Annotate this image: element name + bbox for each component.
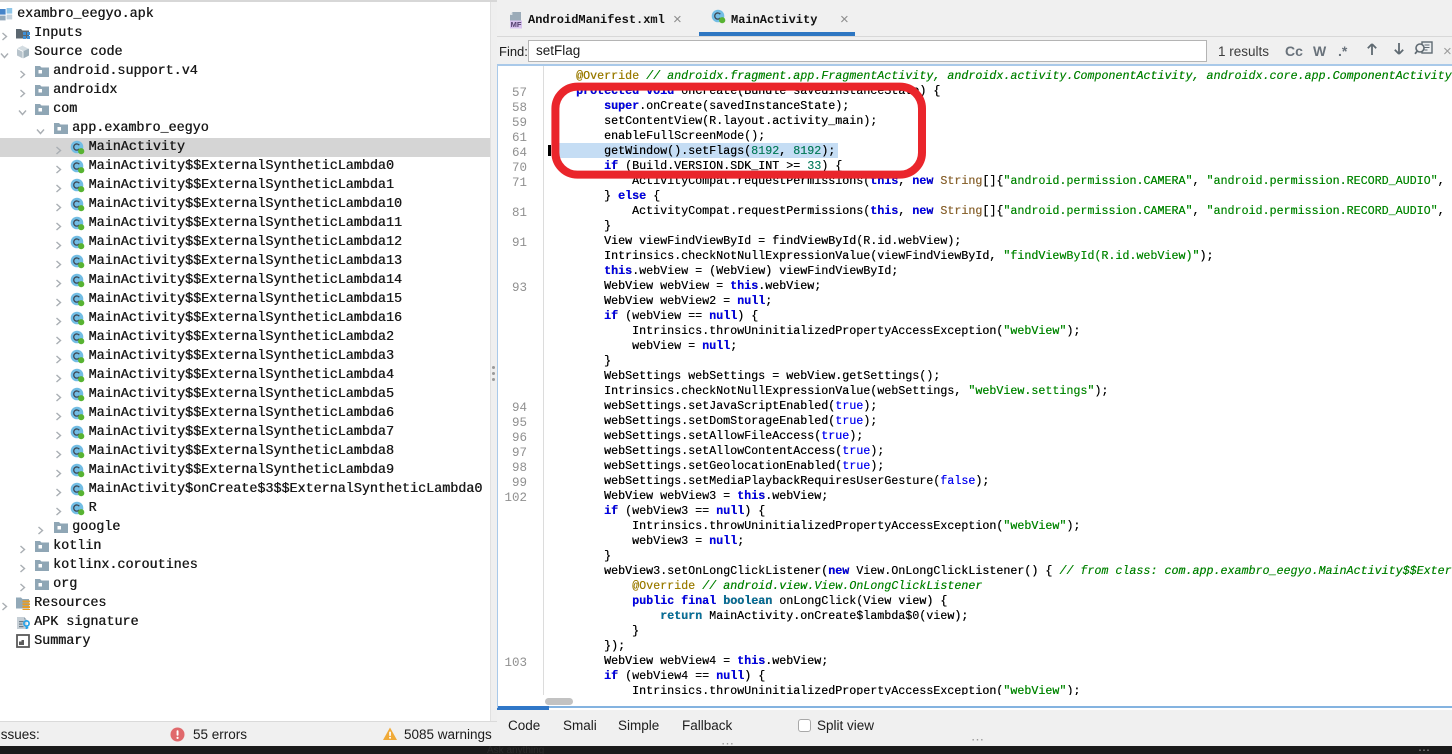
svg-text:MF: MF: [511, 20, 522, 29]
